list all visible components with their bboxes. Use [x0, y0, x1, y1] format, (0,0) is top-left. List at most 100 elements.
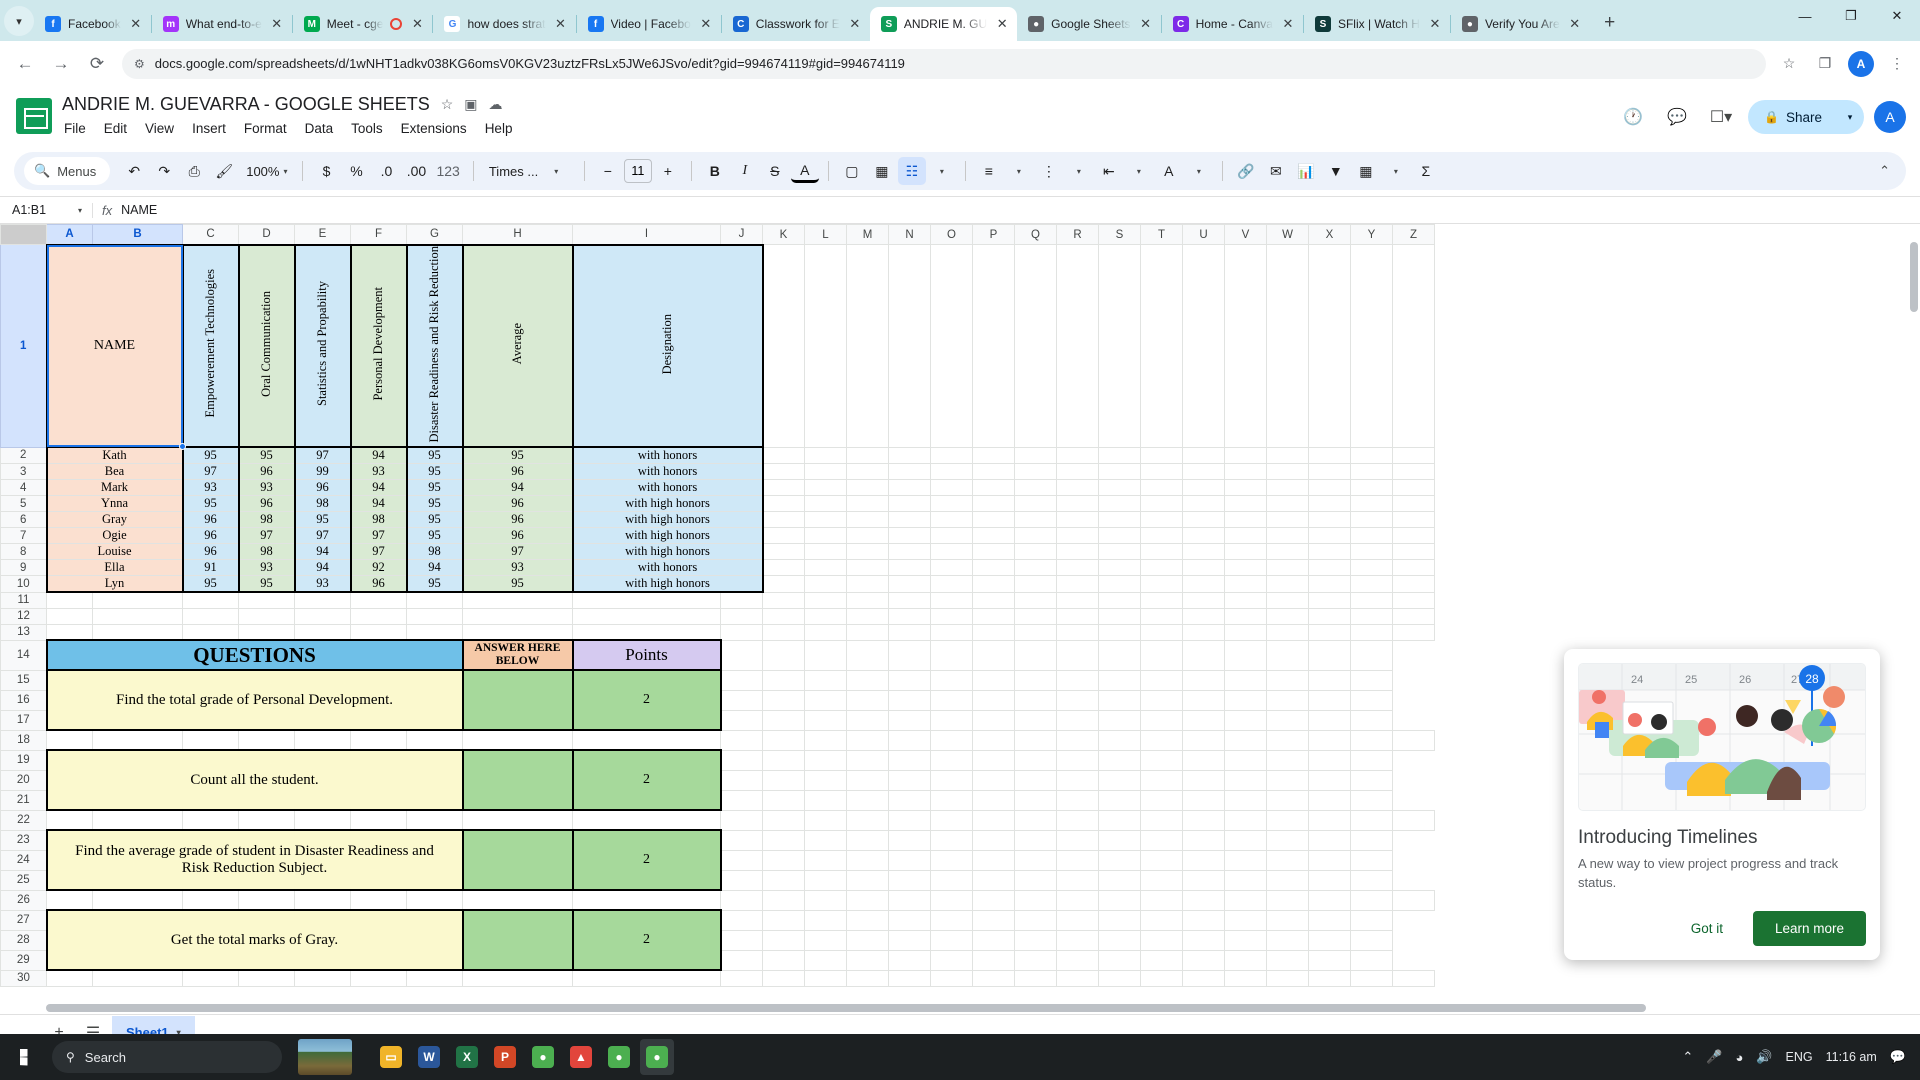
empty-cell[interactable] [1056, 689, 1099, 711]
empty-cell[interactable] [1308, 929, 1351, 951]
empty-cell[interactable] [406, 591, 463, 609]
row-header-16[interactable]: 16 [0, 689, 47, 711]
empty-cell[interactable] [1224, 849, 1267, 871]
empty-cell[interactable] [1308, 527, 1351, 544]
empty-cell[interactable] [762, 729, 805, 751]
cell-score[interactable]: 95 [181, 446, 240, 464]
empty-cell[interactable] [1266, 909, 1309, 931]
empty-cell[interactable] [1224, 511, 1267, 528]
halign-caret[interactable]: ▾ [1005, 157, 1033, 185]
empty-cell[interactable] [804, 689, 847, 711]
cloud-save-icon[interactable]: ☁ [489, 96, 503, 113]
empty-cell[interactable] [1266, 749, 1309, 771]
empty-cell[interactable] [720, 949, 763, 971]
tab-close-icon[interactable]: ✕ [269, 16, 285, 32]
empty-cell[interactable] [972, 729, 1015, 751]
empty-cell[interactable] [930, 479, 973, 496]
column-header-N[interactable]: N [888, 224, 931, 245]
empty-cell[interactable] [1350, 669, 1393, 691]
empty-cell[interactable] [888, 559, 931, 576]
empty-cell[interactable] [1056, 559, 1099, 576]
row-header-10[interactable]: 10 [0, 575, 47, 593]
empty-cell[interactable] [1224, 949, 1267, 971]
empty-cell[interactable] [720, 889, 763, 911]
empty-cell[interactable] [846, 909, 889, 931]
empty-cell[interactable] [972, 809, 1015, 831]
empty-cell[interactable] [1350, 889, 1393, 911]
empty-cell[interactable] [1098, 729, 1141, 751]
column-header-Y[interactable]: Y [1350, 224, 1393, 245]
empty-cell[interactable] [46, 607, 93, 625]
empty-cell[interactable] [762, 575, 805, 593]
empty-cell[interactable] [406, 607, 463, 625]
column-header-E[interactable]: E [294, 224, 351, 245]
empty-cell[interactable] [1140, 689, 1183, 711]
empty-cell[interactable] [804, 889, 847, 911]
empty-cell[interactable] [1350, 591, 1393, 609]
empty-cell[interactable] [720, 789, 763, 811]
empty-cell[interactable] [1308, 749, 1351, 771]
empty-cell[interactable] [238, 729, 295, 751]
empty-cell[interactable] [238, 969, 295, 987]
browser-tab[interactable]: f Facebook ✕ [34, 7, 151, 41]
empty-cell[interactable] [1182, 869, 1225, 891]
tab-close-icon[interactable]: ✕ [994, 16, 1010, 32]
empty-cell[interactable] [972, 789, 1015, 811]
column-header-P[interactable]: P [972, 224, 1015, 245]
increase-decimal-button[interactable]: .00 [402, 157, 430, 185]
empty-cell[interactable] [1350, 729, 1393, 751]
empty-cell[interactable] [1392, 446, 1435, 464]
cell-score[interactable]: 96 [293, 479, 352, 496]
empty-cell[interactable] [804, 446, 847, 464]
cell-score[interactable]: 94 [349, 495, 408, 512]
empty-cell[interactable] [1014, 511, 1057, 528]
empty-cell[interactable] [720, 709, 763, 731]
empty-cell[interactable] [1140, 495, 1183, 512]
empty-cell[interactable] [350, 591, 407, 609]
empty-cell[interactable] [1140, 623, 1183, 641]
new-tab-button[interactable]: + [1596, 9, 1624, 37]
vlc-icon[interactable]: ▲ [564, 1039, 598, 1075]
empty-cell[interactable] [1140, 591, 1183, 609]
empty-cell[interactable] [1308, 463, 1351, 480]
empty-cell[interactable] [238, 591, 295, 609]
empty-cell[interactable] [972, 669, 1015, 691]
empty-cell[interactable] [804, 709, 847, 731]
empty-cell[interactable] [462, 623, 573, 641]
cell-designation[interactable]: with honors [571, 479, 764, 496]
column-header-U[interactable]: U [1182, 224, 1225, 245]
column-header-T[interactable]: T [1140, 224, 1183, 245]
fill-color-icon[interactable]: ▢ [838, 157, 866, 185]
empty-cell[interactable] [1056, 969, 1099, 987]
empty-cell[interactable] [762, 559, 805, 576]
cell-student-name[interactable]: Ynna [45, 495, 184, 512]
empty-cell[interactable] [1098, 849, 1141, 871]
cell-student-name[interactable]: Ella [45, 559, 184, 576]
zoom-control[interactable]: 100% ▾ [240, 164, 293, 179]
menu-item-view[interactable]: View [143, 119, 176, 138]
header-cell-name[interactable]: NAME [45, 243, 184, 448]
column-header-D[interactable]: D [238, 224, 295, 245]
cell-average[interactable]: 96 [461, 463, 574, 480]
tab-close-icon[interactable]: ✕ [1567, 16, 1583, 32]
empty-cell[interactable] [1308, 789, 1351, 811]
empty-cell[interactable] [1266, 623, 1309, 641]
empty-cell[interactable] [1098, 479, 1141, 496]
empty-cell[interactable] [1224, 969, 1267, 987]
empty-cell[interactable] [294, 591, 351, 609]
empty-cell[interactable] [1140, 446, 1183, 464]
empty-cell[interactable] [1182, 729, 1225, 751]
empty-cell[interactable] [1014, 749, 1057, 771]
chrome-active-icon[interactable]: ● [640, 1039, 674, 1075]
horizontal-scroll-thumb[interactable] [46, 1004, 1646, 1012]
empty-cell[interactable] [1182, 607, 1225, 625]
cell-score[interactable]: 95 [405, 511, 464, 528]
percent-format-button[interactable]: % [342, 157, 370, 185]
empty-cell[interactable] [1140, 909, 1183, 931]
empty-cell[interactable] [1098, 575, 1141, 593]
empty-cell[interactable] [1350, 809, 1393, 831]
empty-cell[interactable] [846, 244, 889, 448]
empty-cell[interactable] [1182, 479, 1225, 496]
empty-cell[interactable] [1098, 969, 1141, 987]
empty-cell[interactable] [1224, 829, 1267, 851]
